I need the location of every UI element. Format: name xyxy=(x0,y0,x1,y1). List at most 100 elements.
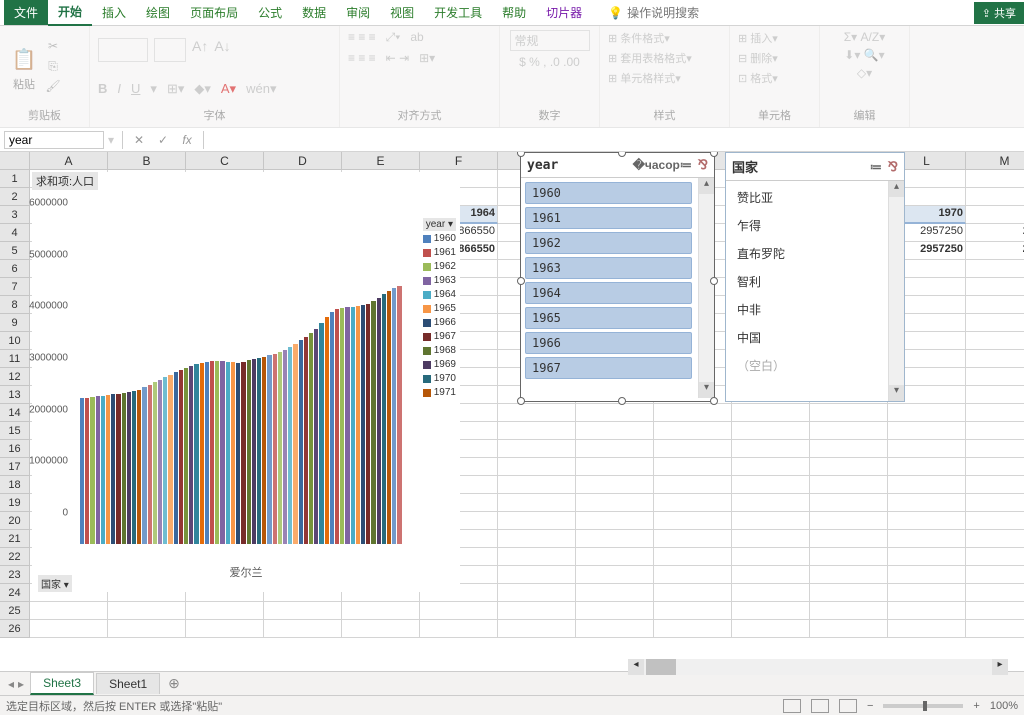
cell[interactable] xyxy=(966,530,1024,548)
cell[interactable] xyxy=(810,602,888,620)
slicer-item[interactable]: 中非 xyxy=(730,297,882,322)
select-all-corner[interactable] xyxy=(0,152,30,170)
cell[interactable] xyxy=(654,476,732,494)
tab-dev[interactable]: 开发工具 xyxy=(424,0,492,25)
cell[interactable] xyxy=(966,404,1024,422)
multi-select-icon[interactable]: ≔ xyxy=(870,160,882,174)
cell[interactable] xyxy=(810,422,888,440)
clear-filter-icon[interactable]: ⅋ xyxy=(888,159,898,175)
cell[interactable] xyxy=(654,602,732,620)
row-header[interactable]: 3 xyxy=(0,206,30,224)
cell[interactable] xyxy=(498,566,576,584)
row-header[interactable]: 19 xyxy=(0,494,30,512)
format-painter-icon[interactable]: 🖌 xyxy=(44,79,62,97)
cell[interactable] xyxy=(732,548,810,566)
cell[interactable] xyxy=(966,494,1024,512)
paste-button[interactable]: 📋粘贴 xyxy=(8,44,40,92)
row-header[interactable]: 13 xyxy=(0,386,30,404)
delete-cells-button[interactable]: ⊟ 删除▾ xyxy=(738,50,778,66)
cell[interactable] xyxy=(888,404,966,422)
pivot-cell[interactable]: 299 xyxy=(966,242,1024,260)
column-header[interactable]: M xyxy=(966,152,1024,170)
cell[interactable] xyxy=(888,530,966,548)
multi-select-icon[interactable]: �часоp≔ xyxy=(633,158,692,172)
row-header[interactable]: 12 xyxy=(0,368,30,386)
cell[interactable] xyxy=(576,548,654,566)
column-header[interactable]: C xyxy=(186,152,264,170)
page-break-view-icon[interactable] xyxy=(839,699,857,713)
cell[interactable] xyxy=(654,620,732,638)
fx-icon[interactable]: fx xyxy=(179,133,195,147)
cell[interactable] xyxy=(264,602,342,620)
sheet-nav-next-icon[interactable]: ▸ xyxy=(18,677,24,691)
column-header[interactable]: D xyxy=(264,152,342,170)
cell[interactable] xyxy=(498,512,576,530)
row-header[interactable]: 5 xyxy=(0,242,30,260)
cell[interactable] xyxy=(732,404,810,422)
cell[interactable] xyxy=(654,512,732,530)
cell[interactable] xyxy=(498,422,576,440)
slicer-item-blank[interactable]: （空白） xyxy=(730,353,882,378)
format-table-button[interactable]: ⊞ 套用表格格式▾ xyxy=(608,50,692,66)
cell[interactable] xyxy=(966,512,1024,530)
cell[interactable] xyxy=(810,494,888,512)
cell[interactable] xyxy=(654,530,732,548)
cell[interactable] xyxy=(420,602,498,620)
cell[interactable] xyxy=(810,530,888,548)
slicer-item[interactable]: 1964 xyxy=(525,282,692,304)
cell[interactable] xyxy=(966,368,1024,386)
cell[interactable] xyxy=(654,566,732,584)
tab-view[interactable]: 视图 xyxy=(380,0,424,25)
cell[interactable] xyxy=(654,404,732,422)
cell[interactable] xyxy=(810,548,888,566)
tab-data[interactable]: 数据 xyxy=(292,0,336,25)
cell[interactable] xyxy=(966,458,1024,476)
cell[interactable] xyxy=(888,548,966,566)
zoom-out-button[interactable]: − xyxy=(867,700,873,712)
row-header[interactable]: 16 xyxy=(0,440,30,458)
row-header[interactable]: 1 xyxy=(0,170,30,188)
slicer-item[interactable]: 1961 xyxy=(525,207,692,229)
row-header[interactable]: 2 xyxy=(0,188,30,206)
cell[interactable] xyxy=(732,494,810,512)
slicer-scrollbar[interactable]: ▴ ▾ xyxy=(888,181,904,401)
spreadsheet-grid[interactable]: ABCDEFGHIJKLM 12345678910111213141516171… xyxy=(0,152,1024,639)
cell[interactable] xyxy=(654,458,732,476)
row-header[interactable]: 15 xyxy=(0,422,30,440)
cell[interactable] xyxy=(576,602,654,620)
cell[interactable] xyxy=(888,494,966,512)
sheet-nav-prev-icon[interactable]: ◂ xyxy=(8,677,14,691)
cell[interactable] xyxy=(576,620,654,638)
row-header[interactable]: 20 xyxy=(0,512,30,530)
cell[interactable] xyxy=(732,458,810,476)
cell[interactable] xyxy=(966,620,1024,638)
copy-icon[interactable]: ⎘ xyxy=(44,59,62,77)
cell[interactable] xyxy=(888,620,966,638)
cell[interactable] xyxy=(810,566,888,584)
cell[interactable] xyxy=(732,620,810,638)
cell[interactable] xyxy=(966,170,1024,188)
column-header[interactable]: B xyxy=(108,152,186,170)
slicer-item[interactable]: 中国 xyxy=(730,325,882,350)
row-header[interactable]: 25 xyxy=(0,602,30,620)
cell[interactable] xyxy=(966,602,1024,620)
slicer-item[interactable]: 直布罗陀 xyxy=(730,241,882,266)
row-header[interactable]: 10 xyxy=(0,332,30,350)
cell[interactable] xyxy=(888,602,966,620)
row-header[interactable]: 18 xyxy=(0,476,30,494)
cell[interactable] xyxy=(966,278,1024,296)
cell[interactable] xyxy=(186,602,264,620)
add-sheet-button[interactable]: ⊕ xyxy=(168,675,180,692)
cell[interactable] xyxy=(576,530,654,548)
conditional-format-button[interactable]: ⊞ 条件格式▾ xyxy=(608,30,670,46)
cell[interactable] xyxy=(732,566,810,584)
cell[interactable] xyxy=(654,548,732,566)
tab-draw[interactable]: 绘图 xyxy=(136,0,180,25)
horizontal-scrollbar[interactable]: ◂▸ xyxy=(628,659,1008,675)
slicer-item[interactable]: 1963 xyxy=(525,257,692,279)
cell[interactable] xyxy=(732,602,810,620)
cell[interactable] xyxy=(810,476,888,494)
slicer-item[interactable]: 1962 xyxy=(525,232,692,254)
cell[interactable] xyxy=(498,584,576,602)
cell[interactable] xyxy=(498,440,576,458)
